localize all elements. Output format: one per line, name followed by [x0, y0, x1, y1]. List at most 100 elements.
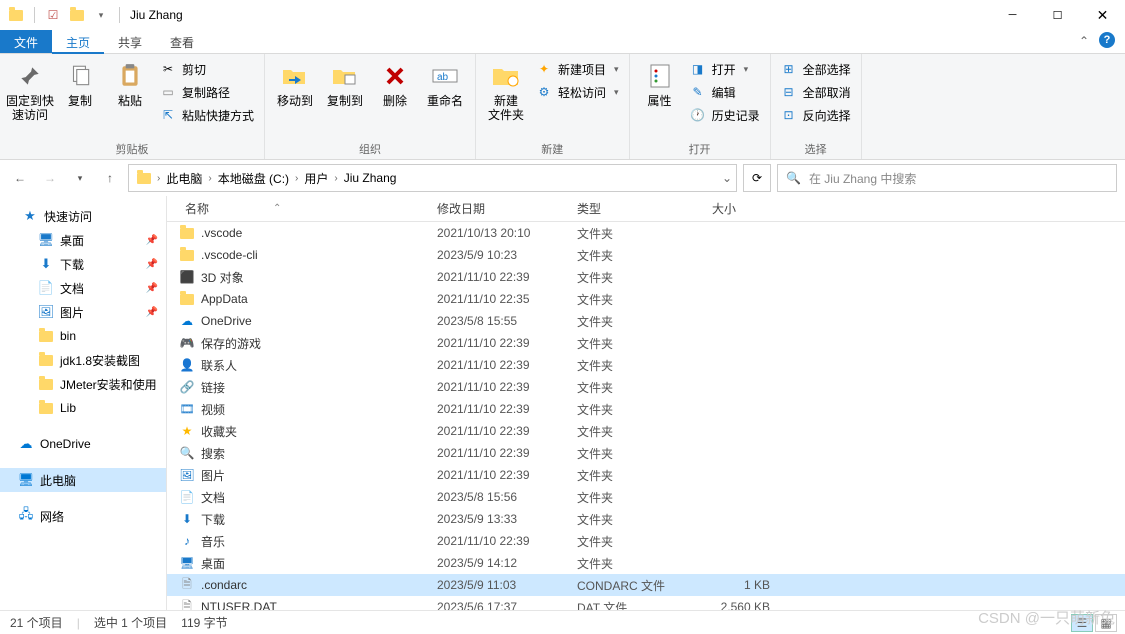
- onedrive-icon: ☁: [18, 436, 34, 452]
- maximize-button[interactable]: ☐: [1035, 0, 1080, 30]
- file-row[interactable]: ⬇下载2023/5/9 13:33文件夹: [167, 508, 1125, 530]
- file-row[interactable]: 🗎NTUSER.DAT2023/5/6 17:37DAT 文件2,560 KB: [167, 596, 1125, 610]
- newitem-button[interactable]: ✦新建项目▾: [532, 58, 623, 80]
- file-row[interactable]: 🔗链接2021/11/10 22:39文件夹: [167, 376, 1125, 398]
- col-size[interactable]: 大小: [704, 200, 784, 217]
- forward-button[interactable]: →: [38, 166, 62, 190]
- file-type: 文件夹: [569, 555, 704, 572]
- sidebar-item[interactable]: Lib: [0, 396, 166, 420]
- copy-button[interactable]: 复制: [56, 58, 104, 110]
- sidebar-item[interactable]: JMeter安装和使用: [0, 372, 166, 396]
- easyaccess-button[interactable]: ⚙轻松访问▾: [532, 81, 623, 103]
- tab-share[interactable]: 共享: [104, 30, 156, 53]
- file-row[interactable]: ☁OneDrive2023/5/8 15:55文件夹: [167, 310, 1125, 332]
- search-placeholder: 在 Jiu Zhang 中搜索: [809, 170, 916, 187]
- folder-icon: [38, 328, 54, 344]
- file-type: 文件夹: [569, 445, 704, 462]
- edit-button[interactable]: ✎编辑: [686, 81, 764, 103]
- view-icons-button[interactable]: ▦: [1095, 614, 1117, 632]
- minimize-button[interactable]: ─: [990, 0, 1035, 30]
- chevron-right-icon[interactable]: ›: [332, 173, 339, 184]
- sidebar-item[interactable]: bin: [0, 324, 166, 348]
- pc-icon: 🖥: [18, 472, 34, 488]
- pin-button[interactable]: 固定到快 速访问: [6, 58, 54, 125]
- sidebar-item[interactable]: 🖥桌面📌: [0, 228, 166, 252]
- col-date[interactable]: 修改日期: [429, 200, 569, 217]
- sidebar-item-label: 文档: [60, 280, 84, 297]
- search-input[interactable]: 🔍 在 Jiu Zhang 中搜索: [777, 164, 1117, 192]
- desktop-icon: 🖥: [179, 555, 195, 571]
- chevron-right-icon[interactable]: ›: [206, 173, 213, 184]
- file-row[interactable]: ★收藏夹2021/11/10 22:39文件夹: [167, 420, 1125, 442]
- back-button[interactable]: ←: [8, 166, 32, 190]
- history-button[interactable]: 🕐历史记录: [686, 104, 764, 126]
- moveto-button[interactable]: 移动到: [271, 58, 319, 110]
- cut-button[interactable]: ✂剪切: [156, 58, 258, 80]
- status-selected: 选中 1 个项目: [94, 614, 167, 631]
- sidebar-item[interactable]: 📄文档📌: [0, 276, 166, 300]
- file-row[interactable]: ⬛3D 对象2021/11/10 22:39文件夹: [167, 266, 1125, 288]
- file-row[interactable]: .vscode2021/10/13 20:10文件夹: [167, 222, 1125, 244]
- file-row[interactable]: 🖼图片2021/11/10 22:39文件夹: [167, 464, 1125, 486]
- copypath-button[interactable]: ▭复制路径: [156, 81, 258, 103]
- file-row[interactable]: .vscode-cli2023/5/9 10:23文件夹: [167, 244, 1125, 266]
- crumb[interactable]: 本地磁盘 (C:): [216, 170, 291, 187]
- open-button[interactable]: ◨打开▾: [686, 58, 764, 80]
- file-row[interactable]: 🔍搜索2021/11/10 22:39文件夹: [167, 442, 1125, 464]
- file-row[interactable]: AppData2021/11/10 22:35文件夹: [167, 288, 1125, 310]
- breadcrumb[interactable]: › 此电脑 › 本地磁盘 (C:) › 用户 › Jiu Zhang ⌄: [128, 164, 737, 192]
- chevron-right-icon[interactable]: ›: [293, 173, 300, 184]
- crumb[interactable]: 此电脑: [164, 170, 204, 187]
- paste-button[interactable]: 粘贴: [106, 58, 154, 110]
- view-details-button[interactable]: ☰: [1071, 614, 1093, 632]
- help-icon[interactable]: ?: [1099, 32, 1115, 48]
- close-button[interactable]: ✕: [1080, 0, 1125, 30]
- moveto-icon: [279, 60, 311, 92]
- sidebar-item[interactable]: ⬇下载📌: [0, 252, 166, 276]
- col-name[interactable]: 名称⌃: [167, 200, 429, 217]
- delete-button[interactable]: 删除: [371, 58, 419, 110]
- copyto-button[interactable]: 复制到: [321, 58, 369, 110]
- sidebar-item[interactable]: 🖼图片📌: [0, 300, 166, 324]
- file-row[interactable]: 🎮保存的游戏2021/11/10 22:39文件夹: [167, 332, 1125, 354]
- tab-home[interactable]: 主页: [52, 30, 104, 54]
- file-tab[interactable]: 文件: [0, 30, 52, 53]
- chevron-right-icon[interactable]: ›: [155, 173, 162, 184]
- 3d-icon: ⬛: [179, 269, 195, 285]
- file-size: 2,560 KB: [704, 600, 784, 610]
- file-row[interactable]: 👤联系人2021/11/10 22:39文件夹: [167, 354, 1125, 376]
- crumb[interactable]: 用户: [302, 170, 330, 187]
- qat-dropdown-icon[interactable]: ▾: [91, 5, 111, 25]
- file-row[interactable]: 🎞视频2021/11/10 22:39文件夹: [167, 398, 1125, 420]
- nav-network[interactable]: 🖧网络: [0, 504, 166, 528]
- pasteshortcut-button[interactable]: ⇱粘贴快捷方式: [156, 104, 258, 126]
- newfolder-button[interactable]: 新建 文件夹: [482, 58, 530, 125]
- sidebar-item-label: 图片: [60, 304, 84, 321]
- col-type[interactable]: 类型: [569, 200, 704, 217]
- properties-button[interactable]: 属性: [636, 58, 684, 110]
- file-row[interactable]: 🗎.condarc2023/5/9 11:03CONDARC 文件1 KB: [167, 574, 1125, 596]
- nav-quickaccess[interactable]: ★快速访问: [0, 204, 166, 228]
- collapse-ribbon-icon[interactable]: ⌃: [1079, 34, 1089, 48]
- chevron-down-icon[interactable]: ⌄: [722, 171, 732, 185]
- selectnone-button[interactable]: ⊟全部取消: [777, 81, 855, 103]
- selectall-button[interactable]: ⊞全部选择: [777, 58, 855, 80]
- main: ★快速访问 🖥桌面📌⬇下载📌📄文档📌🖼图片📌binjdk1.8安装截图JMete…: [0, 196, 1125, 610]
- tab-view[interactable]: 查看: [156, 30, 208, 53]
- sidebar-item[interactable]: jdk1.8安装截图: [0, 348, 166, 372]
- file-row[interactable]: 📄文档2023/5/8 15:56文件夹: [167, 486, 1125, 508]
- file-row[interactable]: ♪音乐2021/11/10 22:39文件夹: [167, 530, 1125, 552]
- file-type: 文件夹: [569, 357, 704, 374]
- invert-button[interactable]: ⊡反向选择: [777, 104, 855, 126]
- nav-onedrive[interactable]: ☁OneDrive: [0, 432, 166, 456]
- rename-button[interactable]: ab重命名: [421, 58, 469, 110]
- sort-icon: ⌃: [273, 203, 281, 214]
- file-row[interactable]: 🖥桌面2023/5/9 14:12文件夹: [167, 552, 1125, 574]
- group-open: 属性 ◨打开▾ ✎编辑 🕐历史记录 打开: [630, 54, 771, 159]
- crumb[interactable]: Jiu Zhang: [342, 171, 399, 185]
- up-button[interactable]: ↑: [98, 166, 122, 190]
- nav-thispc[interactable]: 🖥此电脑: [0, 468, 166, 492]
- recent-dropdown-icon[interactable]: ▾: [68, 166, 92, 190]
- qat-checkbox-icon[interactable]: ☑: [43, 5, 63, 25]
- refresh-button[interactable]: ⟳: [743, 164, 771, 192]
